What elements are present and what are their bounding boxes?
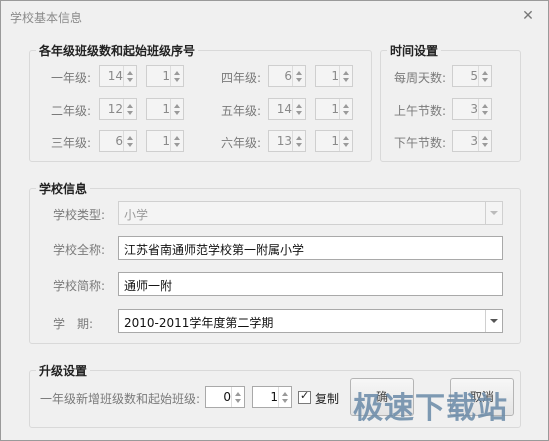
spin-down-icon xyxy=(343,111,349,115)
days-per-week-spinner[interactable]: 5 xyxy=(452,65,492,87)
spin-up-icon xyxy=(127,71,133,75)
grade5-start-spinner[interactable]: 1 xyxy=(315,98,353,120)
spin-down-icon xyxy=(482,78,488,82)
grade6-count-spinner[interactable]: 13 xyxy=(268,130,306,152)
grade6-label: 六年级: xyxy=(221,136,262,150)
spin-down-icon xyxy=(282,399,288,403)
grade4-label: 四年级: xyxy=(221,71,262,85)
grade3-label: 三年级: xyxy=(51,136,92,150)
grade1-label: 一年级: xyxy=(51,71,92,85)
school-type-select[interactable]: 小学 xyxy=(118,201,503,225)
school-fullname-label: 学校全称: xyxy=(53,243,106,257)
grade5-label: 五年级: xyxy=(221,104,262,118)
chevron-down-icon[interactable] xyxy=(485,202,502,224)
grade4-start-spinner[interactable]: 1 xyxy=(315,65,353,87)
morning-periods-label: 上午节数: xyxy=(394,104,447,118)
spin-up-icon xyxy=(482,71,488,75)
spin-down-icon xyxy=(482,143,488,147)
copy-checkbox[interactable] xyxy=(298,389,311,404)
term-label: 学 期: xyxy=(53,317,94,331)
spin-down-icon xyxy=(235,399,241,403)
grade4-count-spinner[interactable]: 6 xyxy=(268,65,306,87)
upgrade-label: 一年级新增班级数和起始班级: xyxy=(40,392,201,406)
spin-down-icon xyxy=(174,111,180,115)
afternoon-periods-spinner[interactable]: 3 xyxy=(452,130,492,152)
spin-up-icon xyxy=(482,136,488,140)
grade2-label: 二年级: xyxy=(51,104,92,118)
dialog-window: 学校基本信息 ✕ 各年级班级数和起始班级序号 一年级: 14 1 二年级: 12… xyxy=(0,0,549,441)
school-group-title: 学校信息 xyxy=(36,180,91,197)
grade3-count-spinner[interactable]: 6 xyxy=(99,130,137,152)
spin-down-icon xyxy=(127,78,133,82)
upgrade-count-spinner[interactable]: 0 xyxy=(205,386,245,408)
time-group: 时间设置 每周天数: 5 上午节数: 3 下午节数: 3 xyxy=(380,42,521,162)
school-group: 学校信息 学校类型: 小学 学校全称: 江苏省南通师范学校第一附属小学 学校简称… xyxy=(29,180,521,344)
afternoon-periods-label: 下午节数: xyxy=(394,136,447,150)
spin-down-icon xyxy=(296,143,302,147)
spin-up-icon xyxy=(296,71,302,75)
spin-up-icon xyxy=(174,104,180,108)
spin-up-icon xyxy=(296,104,302,108)
chevron-down-icon[interactable] xyxy=(485,310,502,332)
spin-up-icon xyxy=(296,136,302,140)
close-icon[interactable]: ✕ xyxy=(520,8,536,24)
upgrade-start-spinner[interactable]: 1 xyxy=(252,386,292,408)
morning-periods-spinner[interactable]: 3 xyxy=(452,98,492,120)
spin-down-icon xyxy=(343,143,349,147)
title-bar: 学校基本信息 ✕ xyxy=(1,1,548,31)
grade2-count-spinner[interactable]: 12 xyxy=(99,98,137,120)
window-title: 学校基本信息 xyxy=(10,11,83,25)
term-select[interactable]: 2010-2011学年度第二学期 xyxy=(118,309,503,333)
grade2-start-spinner[interactable]: 1 xyxy=(146,98,184,120)
grade5-count-spinner[interactable]: 14 xyxy=(268,98,306,120)
spin-up-icon xyxy=(482,104,488,108)
school-fullname-input[interactable]: 江苏省南通师范学校第一附属小学 xyxy=(118,236,503,260)
spin-down-icon xyxy=(296,78,302,82)
grade1-count-spinner[interactable]: 14 xyxy=(99,65,137,87)
copy-label: 复制 xyxy=(315,392,340,406)
spin-up-icon xyxy=(343,136,349,140)
watermark-logo: 极速下载站 xyxy=(353,391,508,426)
grade3-start-spinner[interactable]: 1 xyxy=(146,130,184,152)
time-group-title: 时间设置 xyxy=(387,42,442,59)
spin-down-icon xyxy=(343,78,349,82)
days-per-week-label: 每周天数: xyxy=(394,71,447,85)
spin-down-icon xyxy=(174,78,180,82)
classes-group-title: 各年级班级数和起始班级序号 xyxy=(36,42,199,59)
spin-up-icon xyxy=(127,136,133,140)
spin-up-icon xyxy=(127,104,133,108)
spin-up-icon xyxy=(174,71,180,75)
spin-down-icon xyxy=(127,111,133,115)
school-shortname-label: 学校简称: xyxy=(53,279,106,293)
spin-down-icon xyxy=(174,143,180,147)
upgrade-group-title: 升级设置 xyxy=(36,362,91,379)
school-shortname-input[interactable]: 通师一附 xyxy=(118,272,503,296)
grade1-start-spinner[interactable]: 1 xyxy=(146,65,184,87)
spin-down-icon xyxy=(296,111,302,115)
classes-group: 各年级班级数和起始班级序号 一年级: 14 1 二年级: 12 1 三年级: 6… xyxy=(29,42,372,162)
spin-up-icon xyxy=(282,392,288,396)
spin-down-icon xyxy=(482,111,488,115)
spin-up-icon xyxy=(343,104,349,108)
spin-up-icon xyxy=(174,136,180,140)
grade6-start-spinner[interactable]: 1 xyxy=(315,130,353,152)
school-type-label: 学校类型: xyxy=(53,208,106,222)
spin-up-icon xyxy=(235,392,241,396)
spin-down-icon xyxy=(127,143,133,147)
spin-up-icon xyxy=(343,71,349,75)
